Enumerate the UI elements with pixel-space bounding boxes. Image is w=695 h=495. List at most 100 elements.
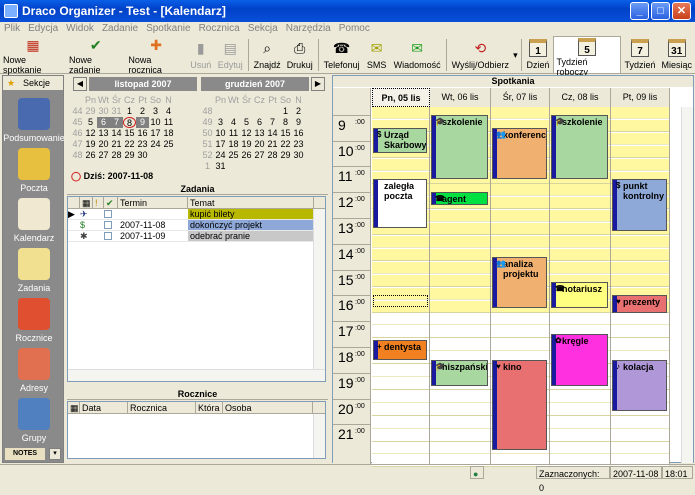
sidebar-item-poczta[interactable]: Poczta bbox=[3, 148, 65, 193]
time-slot[interactable] bbox=[611, 145, 669, 158]
sidebar-item-zadania[interactable]: Zadania bbox=[3, 248, 65, 293]
time-slot[interactable] bbox=[430, 442, 490, 455]
time-slot[interactable] bbox=[491, 210, 549, 223]
time-slot[interactable] bbox=[550, 403, 610, 416]
day-cell[interactable]: 1 bbox=[279, 106, 292, 117]
day-header[interactable]: Pt, 09 lis bbox=[611, 88, 670, 107]
sidebar-item-grupy[interactable]: Grupy bbox=[3, 398, 65, 443]
day-cell[interactable]: 15 bbox=[123, 128, 136, 139]
time-slot[interactable] bbox=[491, 197, 549, 210]
day-cell[interactable]: 23 bbox=[292, 139, 305, 150]
task-row[interactable]: ✱ 2007-11-09 odebrać pranie bbox=[68, 231, 325, 242]
day-cell[interactable]: 20 bbox=[97, 139, 110, 150]
time-slot[interactable] bbox=[550, 416, 610, 429]
time-slot[interactable] bbox=[430, 261, 490, 274]
day-cell[interactable]: 25 bbox=[227, 150, 240, 161]
day-cell[interactable]: 26 bbox=[240, 150, 253, 161]
menu-narzedzia[interactable]: Narzędzia bbox=[286, 22, 331, 36]
sidebar-item-podsumowanie[interactable]: Podsumowanie bbox=[3, 98, 65, 143]
day-cell[interactable]: 5 bbox=[240, 117, 253, 128]
calendar-event[interactable]: + dentysta bbox=[373, 340, 427, 360]
column-rocznica[interactable]: Rocznica bbox=[128, 402, 196, 413]
menu-sekcja[interactable]: Sekcja bbox=[248, 22, 278, 36]
time-slot[interactable] bbox=[611, 429, 669, 442]
day-cell[interactable] bbox=[214, 106, 227, 117]
day-cell[interactable] bbox=[162, 150, 175, 161]
priority-icon-header[interactable]: ! bbox=[93, 197, 104, 208]
calendar-event[interactable]: ♥ kino bbox=[492, 359, 547, 451]
day-cell[interactable] bbox=[149, 150, 162, 161]
category-icon-header[interactable]: ▦ bbox=[80, 197, 93, 208]
time-slot[interactable] bbox=[550, 197, 610, 210]
day-cell[interactable]: 21 bbox=[110, 139, 123, 150]
task-row[interactable]: $2007-11-08 dokończyć projekt bbox=[68, 220, 325, 231]
menu-edycja[interactable]: Edycja bbox=[28, 22, 58, 36]
done-icon-header[interactable]: ✔ bbox=[104, 197, 118, 208]
time-slot[interactable] bbox=[550, 248, 610, 261]
day-cell[interactable]: 18 bbox=[162, 128, 175, 139]
time-slot[interactable] bbox=[372, 313, 429, 326]
new-meeting-button[interactable]: ▦ Nowe spotkanie bbox=[0, 36, 66, 75]
time-slot[interactable] bbox=[372, 365, 429, 377]
time-slot[interactable] bbox=[430, 300, 490, 313]
day-cell[interactable]: 6 bbox=[97, 117, 110, 128]
time-slot[interactable] bbox=[611, 107, 669, 119]
calendar-event[interactable]: ✿ kręgle bbox=[551, 334, 608, 386]
print-button[interactable]: ⎙ Drukuj bbox=[284, 36, 316, 74]
menu-rocznica[interactable]: Rocznica bbox=[199, 22, 240, 36]
day-cell[interactable]: 8 bbox=[123, 117, 136, 128]
time-slot[interactable] bbox=[550, 236, 610, 248]
time-slot[interactable] bbox=[430, 403, 490, 416]
day-cell[interactable]: 31 bbox=[110, 106, 123, 117]
time-slot[interactable] bbox=[372, 326, 429, 339]
time-slot[interactable] bbox=[430, 274, 490, 287]
send-receive-button[interactable]: ⟲ Wyślij/Odbierz bbox=[449, 36, 512, 74]
day-cell[interactable]: 18 bbox=[227, 139, 240, 150]
day-cell[interactable]: 2 bbox=[136, 106, 149, 117]
time-slot[interactable] bbox=[550, 184, 610, 197]
time-slot[interactable] bbox=[611, 313, 669, 326]
menu-zadanie[interactable]: Zadanie bbox=[102, 22, 138, 36]
view-week-button[interactable]: 7 Tydzień bbox=[621, 36, 658, 74]
day-cell[interactable]: 24 bbox=[214, 150, 227, 161]
day-cell[interactable]: 11 bbox=[162, 117, 175, 128]
time-slot[interactable] bbox=[611, 132, 669, 145]
time-slot[interactable] bbox=[491, 326, 549, 339]
day-cell[interactable] bbox=[253, 106, 266, 117]
day-cell[interactable]: 11 bbox=[227, 128, 240, 139]
view-month-button[interactable]: 31 Miesiąc bbox=[658, 36, 695, 74]
calendar-event[interactable]: ♪ kolacja bbox=[612, 359, 667, 412]
time-slot[interactable] bbox=[430, 223, 490, 236]
time-slot[interactable] bbox=[372, 442, 429, 455]
calendar-scrollbar[interactable] bbox=[681, 107, 693, 463]
time-slot[interactable] bbox=[372, 416, 429, 429]
calendar-event[interactable]: ♥ prezenty bbox=[612, 295, 667, 314]
time-slot[interactable] bbox=[372, 236, 429, 248]
time-slot[interactable] bbox=[430, 236, 490, 248]
day-cell[interactable]: 12 bbox=[84, 128, 97, 139]
time-slot[interactable] bbox=[611, 248, 669, 261]
day-cell[interactable]: 23 bbox=[136, 139, 149, 150]
time-slot[interactable] bbox=[611, 158, 669, 171]
day-cell[interactable]: 25 bbox=[162, 139, 175, 150]
edit-button[interactable]: ▤ Edytuj bbox=[215, 36, 246, 74]
day-cell[interactable]: 17 bbox=[149, 128, 162, 139]
call-button[interactable]: ☎ Telefonuj bbox=[321, 36, 363, 74]
column-data[interactable]: Data bbox=[80, 402, 128, 413]
day-cell[interactable]: 7 bbox=[110, 117, 123, 128]
day-cell[interactable] bbox=[253, 161, 266, 172]
task-done-checkbox[interactable] bbox=[104, 220, 118, 230]
day-cell[interactable]: 5 bbox=[84, 117, 97, 128]
day-cell[interactable]: 13 bbox=[97, 128, 110, 139]
day-header[interactable]: Wt, 06 lis bbox=[430, 88, 491, 107]
sidebar-item-kalendarz[interactable]: Kalendarz bbox=[3, 198, 65, 243]
time-slot[interactable] bbox=[550, 429, 610, 442]
sms-button[interactable]: ✉ SMS bbox=[363, 36, 391, 74]
day-cell[interactable] bbox=[279, 161, 292, 172]
time-slot[interactable] bbox=[430, 416, 490, 429]
close-button[interactable]: ✕ bbox=[672, 2, 691, 20]
day-cell[interactable]: 17 bbox=[214, 139, 227, 150]
maximize-button[interactable]: □ bbox=[651, 2, 670, 20]
time-slot[interactable] bbox=[491, 313, 549, 326]
day-header[interactable]: Pn, 05 lis bbox=[372, 88, 430, 107]
